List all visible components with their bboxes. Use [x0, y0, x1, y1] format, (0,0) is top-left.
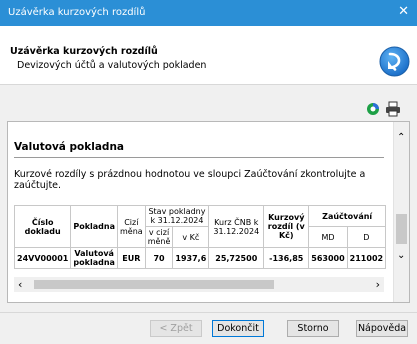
close-icon[interactable]: ✕	[398, 5, 409, 18]
cell-pokladna: Valutová pokladna	[70, 247, 118, 269]
col-header-rozdil: Kurzový rozdíl (v Kč)	[263, 205, 310, 248]
wizard-header: Uzávěrka kurzových rozdílů Devizových úč…	[0, 26, 417, 85]
window-title: Uzávěrka kurzových rozdílů	[8, 7, 146, 18]
title-bar: Uzávěrka kurzových rozdílů ✕	[0, 0, 417, 26]
col-header-cislo: Číslo dokladu	[13, 205, 72, 248]
vertical-scrollbar[interactable]: ⌃ ⌄	[393, 122, 409, 302]
col-header-zauctovani: Zaúčtování	[308, 205, 387, 227]
vertical-scroll-thumb[interactable]	[396, 214, 407, 244]
header-title: Uzávěrka kurzových rozdílů	[10, 46, 158, 57]
horizontal-scrollbar[interactable]: ‹ ›	[14, 277, 384, 292]
col-header-md: MD	[308, 226, 348, 248]
wizard-arrow-icon	[379, 46, 410, 77]
back-button[interactable]: < Zpět	[150, 320, 202, 337]
horizontal-scroll-thumb[interactable]	[34, 280, 274, 289]
cell-cislo: 24VV00001	[13, 247, 72, 269]
cell-mena: EUR	[117, 247, 146, 269]
cell-v-cizi: 70	[144, 247, 174, 269]
footer-divider	[0, 312, 417, 313]
refresh-icon[interactable]	[365, 101, 381, 117]
cell-v-kc: 1937,6	[172, 247, 210, 269]
scroll-left-icon[interactable]: ‹	[18, 278, 22, 291]
col-header-kurz: Kurz ČNB k 31.12.2024	[208, 205, 265, 248]
scroll-right-icon[interactable]: ›	[376, 278, 380, 291]
cancel-button[interactable]: Storno	[287, 320, 339, 337]
col-header-v-kc: v Kč	[172, 226, 210, 248]
scroll-up-icon[interactable]: ⌃	[397, 132, 405, 143]
cell-md: 563000	[308, 247, 348, 269]
section-title: Valutová pokladna	[14, 141, 125, 153]
cell-d: 211002	[346, 247, 387, 269]
header-subtitle: Devizových účtů a valutových pokladen	[17, 60, 207, 71]
exchange-diff-table: Číslo dokladu Pokladna Cizí měna Stav po…	[13, 205, 387, 269]
section-divider	[14, 157, 384, 158]
col-header-d: D	[346, 226, 387, 248]
info-note: Kurzové rozdíly s prázdnou hodnotou ve s…	[14, 169, 366, 191]
print-icon[interactable]	[385, 101, 401, 117]
content-panel: Valutová pokladna Kurzové rozdíly s práz…	[7, 121, 410, 303]
finish-button[interactable]: Dokončit	[212, 320, 264, 337]
help-button[interactable]: Nápověda	[356, 320, 408, 337]
col-header-cizi-mena: Cizí měna	[117, 205, 146, 248]
col-header-v-cizi: v cizí měně	[144, 226, 174, 248]
scroll-down-icon[interactable]: ⌄	[397, 250, 405, 261]
cell-rozdil: -136,85	[263, 247, 310, 269]
col-header-pokladna: Pokladna	[70, 205, 118, 248]
cell-kurz: 25,72500	[208, 247, 265, 269]
col-header-stav: Stav pokladny k 31.12.2024	[144, 205, 210, 227]
table-row[interactable]: 24VV00001 Valutová pokladna EUR 70 1937,…	[13, 247, 387, 269]
